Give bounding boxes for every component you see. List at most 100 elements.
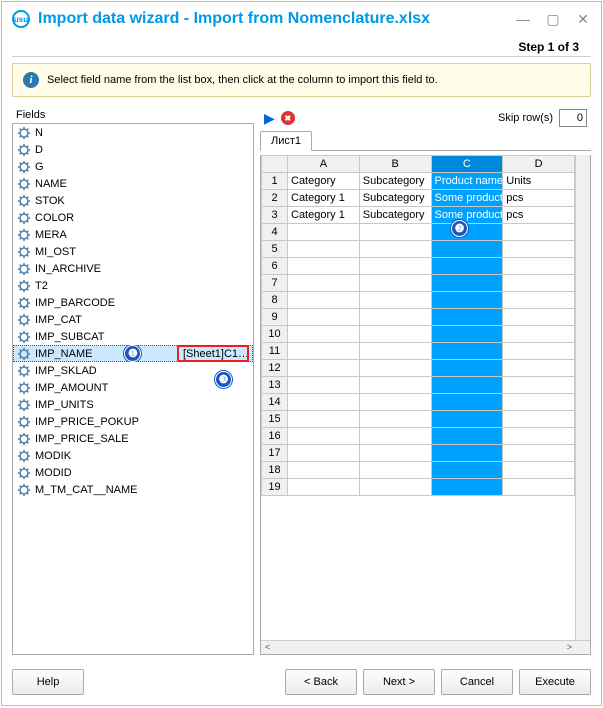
field-item[interactable]: G xyxy=(13,158,253,175)
grid-cell[interactable] xyxy=(288,258,360,275)
field-item[interactable]: NAME xyxy=(13,175,253,192)
grid-cell[interactable]: Category xyxy=(288,173,360,190)
col-header[interactable]: A xyxy=(288,156,360,173)
field-item[interactable]: IN_ARCHIVE xyxy=(13,260,253,277)
row-header[interactable]: 16 xyxy=(262,428,288,445)
grid-cell[interactable]: Category 1 xyxy=(288,207,360,224)
grid-cell[interactable] xyxy=(359,326,431,343)
row-header[interactable]: 4 xyxy=(262,224,288,241)
row-header[interactable]: 5 xyxy=(262,241,288,258)
grid-cell[interactable] xyxy=(359,292,431,309)
row-header[interactable]: 14 xyxy=(262,394,288,411)
grid-cell[interactable] xyxy=(431,258,503,275)
field-item[interactable]: M_TM_CAT__NAME xyxy=(13,481,253,498)
grid-cell[interactable]: Subcategory xyxy=(359,207,431,224)
row-header[interactable]: 18 xyxy=(262,462,288,479)
grid-cell[interactable] xyxy=(359,309,431,326)
grid-cell[interactable] xyxy=(503,224,575,241)
row-header[interactable]: 11 xyxy=(262,343,288,360)
skip-rows-input[interactable] xyxy=(559,109,587,127)
grid-cell[interactable] xyxy=(431,326,503,343)
col-header[interactable]: B xyxy=(359,156,431,173)
grid-cell[interactable] xyxy=(359,377,431,394)
col-header[interactable]: C xyxy=(431,156,503,173)
row-header[interactable]: 13 xyxy=(262,377,288,394)
grid-cell[interactable] xyxy=(288,241,360,258)
grid-cell[interactable]: pcs xyxy=(503,190,575,207)
field-item[interactable]: MODIK xyxy=(13,447,253,464)
grid-cell[interactable]: Subcategory xyxy=(359,190,431,207)
field-item[interactable]: D xyxy=(13,141,253,158)
row-header[interactable]: 19 xyxy=(262,479,288,496)
grid-cell[interactable] xyxy=(288,411,360,428)
grid-cell[interactable]: Product name xyxy=(431,173,503,190)
grid-cell[interactable] xyxy=(431,360,503,377)
grid-cell[interactable]: pcs xyxy=(503,207,575,224)
grid-cell[interactable] xyxy=(431,292,503,309)
grid-cell[interactable] xyxy=(359,360,431,377)
grid-cell[interactable] xyxy=(288,479,360,496)
grid-cell[interactable] xyxy=(431,343,503,360)
grid-cell[interactable] xyxy=(503,292,575,309)
grid-cell[interactable] xyxy=(288,445,360,462)
sheet-tab[interactable]: Лист1 xyxy=(260,131,312,151)
grid-cell[interactable] xyxy=(359,462,431,479)
horizontal-scrollbar[interactable] xyxy=(261,640,590,654)
vertical-scrollbar[interactable] xyxy=(575,155,590,640)
field-item[interactable]: IMP_CAT xyxy=(13,311,253,328)
grid-cell[interactable] xyxy=(359,224,431,241)
field-item[interactable]: IMP_BARCODE xyxy=(13,294,253,311)
help-button[interactable]: Help xyxy=(12,669,84,695)
grid-cell[interactable] xyxy=(288,326,360,343)
field-item[interactable]: COLOR xyxy=(13,209,253,226)
grid-cell[interactable] xyxy=(288,377,360,394)
grid-cell[interactable] xyxy=(288,462,360,479)
field-item[interactable]: IMP_SUBCAT xyxy=(13,328,253,345)
play-icon[interactable]: ▶ xyxy=(264,110,275,127)
grid-cell[interactable] xyxy=(288,292,360,309)
field-item[interactable]: MODID xyxy=(13,464,253,481)
grid-cell[interactable] xyxy=(431,241,503,258)
grid-cell[interactable]: Some product xyxy=(431,207,503,224)
field-item[interactable]: MERA xyxy=(13,226,253,243)
row-header[interactable]: 10 xyxy=(262,326,288,343)
grid-cell[interactable] xyxy=(359,445,431,462)
grid-cell[interactable] xyxy=(503,394,575,411)
grid-cell[interactable] xyxy=(288,343,360,360)
field-item[interactable]: STOK xyxy=(13,192,253,209)
grid-cell[interactable] xyxy=(431,394,503,411)
grid-cell[interactable] xyxy=(503,428,575,445)
field-item[interactable]: N xyxy=(13,124,253,141)
grid-cell[interactable] xyxy=(503,275,575,292)
grid-cell[interactable] xyxy=(503,309,575,326)
row-header[interactable]: 8 xyxy=(262,292,288,309)
grid-cell[interactable] xyxy=(288,224,360,241)
grid-cell[interactable] xyxy=(359,479,431,496)
grid-cell[interactable] xyxy=(359,275,431,292)
row-header[interactable]: 3 xyxy=(262,207,288,224)
grid-cell[interactable] xyxy=(288,394,360,411)
stop-icon[interactable]: ✖ xyxy=(281,111,295,125)
grid-cell[interactable] xyxy=(359,343,431,360)
close-button[interactable]: ✕ xyxy=(575,11,591,28)
grid-cell[interactable] xyxy=(431,428,503,445)
grid-cell[interactable] xyxy=(503,411,575,428)
grid-cell[interactable] xyxy=(359,258,431,275)
grid-cell[interactable]: Some product xyxy=(431,190,503,207)
row-header[interactable]: 9 xyxy=(262,309,288,326)
grid-cell[interactable] xyxy=(288,309,360,326)
field-item[interactable]: IMP_UNITS xyxy=(13,396,253,413)
grid-cell[interactable] xyxy=(503,462,575,479)
grid-cell[interactable] xyxy=(503,479,575,496)
row-header[interactable]: 2 xyxy=(262,190,288,207)
spreadsheet-grid[interactable]: ABCD1CategorySubcategoryProduct nameUnit… xyxy=(261,155,590,496)
row-header[interactable]: 15 xyxy=(262,411,288,428)
grid-cell[interactable]: Category 1 xyxy=(288,190,360,207)
grid-cell[interactable] xyxy=(431,462,503,479)
grid-cell[interactable] xyxy=(288,360,360,377)
grid-cell[interactable] xyxy=(431,377,503,394)
field-mapping-value[interactable]: [Sheet1]C1… xyxy=(177,345,249,362)
row-header[interactable]: 12 xyxy=(262,360,288,377)
row-header[interactable]: 17 xyxy=(262,445,288,462)
grid-cell[interactable] xyxy=(359,428,431,445)
